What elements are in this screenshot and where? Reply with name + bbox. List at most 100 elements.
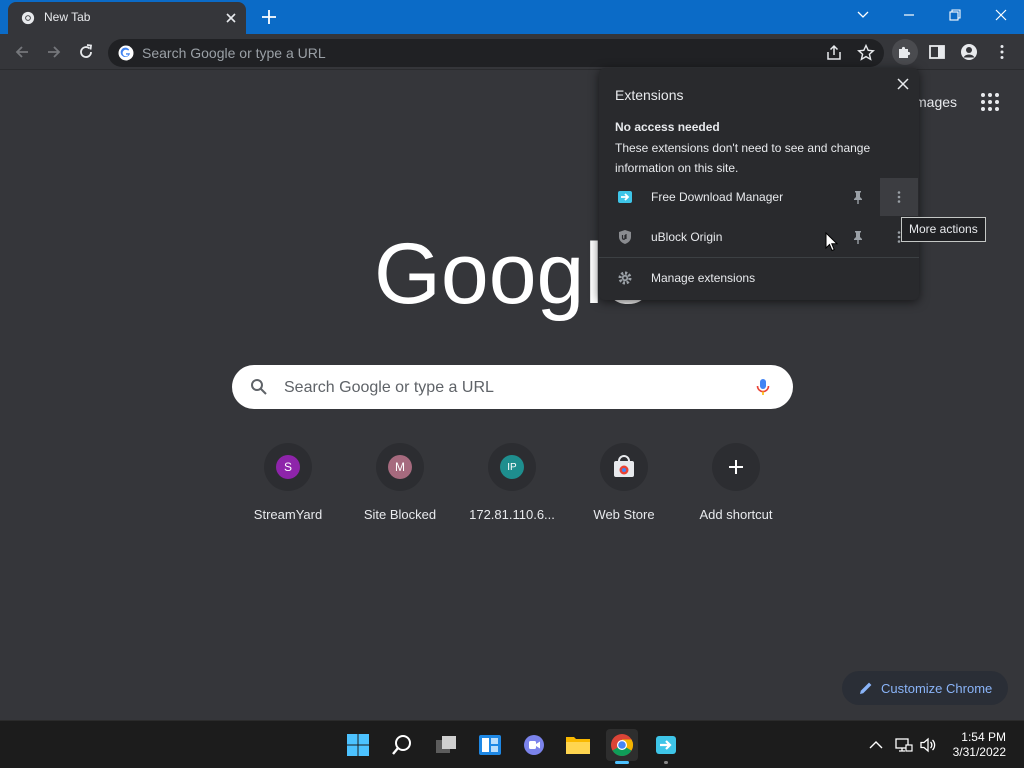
shortcut-site-blocked[interactable]: M Site Blocked <box>344 443 456 533</box>
google-apps-icon[interactable] <box>980 92 1000 112</box>
pin-icon[interactable] <box>850 229 866 245</box>
images-link[interactable]: mages <box>915 94 957 110</box>
chrome-taskbar-button[interactable] <box>606 729 638 764</box>
customize-chrome-button[interactable]: Customize Chrome <box>842 671 1008 705</box>
profile-button[interactable] <box>956 39 982 65</box>
network-icon[interactable] <box>894 735 914 755</box>
share-icon[interactable] <box>824 43 844 63</box>
browser-toolbar: Search Google or type a URL <box>0 34 1024 70</box>
manage-extensions-item[interactable]: Manage extensions <box>599 258 919 298</box>
shortcut-tile: IP <box>488 443 536 491</box>
shortcut-letter-icon: S <box>276 455 300 479</box>
free-download-manager-taskbar-button[interactable] <box>650 729 682 764</box>
forward-button[interactable] <box>41 39 67 65</box>
teams-chat-icon <box>524 735 544 755</box>
clock-time[interactable]: 1:54 PM <box>950 730 1006 744</box>
microphone-icon[interactable] <box>753 377 773 397</box>
no-access-heading: No access needed <box>615 120 720 134</box>
extensions-button[interactable] <box>892 39 918 65</box>
ntp-search-box[interactable]: Search Google or type a URL <box>232 365 793 409</box>
more-vert-icon <box>1000 45 1004 59</box>
running-app-indicator <box>664 761 668 764</box>
extension-item-ublock-origin[interactable]: uBlock Origin <box>599 218 919 256</box>
shortcut-label: Web Store <box>593 507 655 522</box>
shortcut-web-store[interactable]: Web Store <box>568 443 680 533</box>
mouse-cursor-icon <box>825 232 839 252</box>
active-app-indicator <box>615 761 629 764</box>
shortcut-label: Site Blocked <box>363 507 437 522</box>
chrome-icon <box>611 734 633 756</box>
shortcut-tile <box>712 443 760 491</box>
folder-icon <box>566 737 590 754</box>
web-store-icon <box>614 455 634 477</box>
shortcut-letter-icon: M <box>388 455 412 479</box>
arrow-left-icon <box>15 46 28 58</box>
puzzle-icon <box>899 46 911 58</box>
search-icon <box>251 379 267 395</box>
volume-icon[interactable] <box>918 735 938 755</box>
windows-taskbar <box>0 720 1024 768</box>
shortcut-label: 172.81.110.6... <box>469 507 555 522</box>
close-popup-icon[interactable] <box>895 76 911 92</box>
pencil-icon <box>860 682 872 694</box>
minimize-icon <box>904 14 914 16</box>
shortcut-label: StreamYard <box>253 507 323 522</box>
gear-icon <box>618 271 632 285</box>
file-explorer-button[interactable] <box>562 729 594 761</box>
extensions-popup: Extensions No access needed These extens… <box>599 68 919 300</box>
fdm-icon <box>656 736 676 754</box>
side-panel-icon <box>929 45 945 59</box>
shortcut-streamyard[interactable]: S StreamYard <box>232 443 344 533</box>
plus-icon <box>729 460 743 474</box>
widgets-icon <box>479 735 501 755</box>
tab-search-button[interactable] <box>840 0 886 30</box>
new-tab-button[interactable] <box>258 6 280 28</box>
ntp-search-placeholder: Search Google or type a URL <box>284 379 494 396</box>
back-button[interactable] <box>9 39 35 65</box>
more-actions-button[interactable] <box>880 178 918 216</box>
pin-icon[interactable] <box>850 189 866 205</box>
extension-item-free-download-manager[interactable]: Free Download Manager <box>599 178 919 216</box>
chevron-up-icon[interactable] <box>866 735 886 755</box>
browser-titlebar: New Tab <box>0 0 1024 34</box>
profile-icon <box>961 44 977 60</box>
bookmark-star-icon[interactable] <box>856 43 876 63</box>
side-panel-button[interactable] <box>924 39 950 65</box>
shortcut-ip-address[interactable]: IP 172.81.110.6... <box>456 443 568 533</box>
minimize-button[interactable] <box>886 0 932 30</box>
extensions-title: Extensions <box>615 87 684 103</box>
shortcut-tile <box>600 443 648 491</box>
customize-chrome-label: Customize Chrome <box>881 681 993 696</box>
close-window-button[interactable] <box>978 0 1024 30</box>
ublock-icon <box>619 230 631 244</box>
taskbar-search-button[interactable] <box>386 729 418 761</box>
chrome-menu-button[interactable] <box>989 39 1015 65</box>
reload-button[interactable] <box>73 39 99 65</box>
google-g-icon <box>118 45 134 61</box>
tab-new-tab[interactable]: New Tab <box>8 2 246 34</box>
manage-extensions-label: Manage extensions <box>651 271 756 285</box>
shortcut-tile: S <box>264 443 312 491</box>
shortcut-letter-icon: IP <box>500 455 524 479</box>
task-view-icon <box>436 736 456 753</box>
windows-logo-icon <box>347 734 369 756</box>
widgets-button[interactable] <box>474 729 506 761</box>
more-actions-tooltip: More actions <box>901 217 986 242</box>
arrow-right-icon <box>48 46 61 58</box>
task-view-button[interactable] <box>430 729 462 761</box>
tab-title: New Tab <box>44 10 91 24</box>
omnibox[interactable]: Search Google or type a URL <box>108 39 884 67</box>
clock-date[interactable]: 3/31/2022 <box>940 745 1006 759</box>
close-tab-icon[interactable] <box>222 9 240 27</box>
shortcut-add[interactable]: Add shortcut <box>680 443 792 533</box>
shortcut-label: Add shortcut <box>699 507 773 522</box>
teams-chat-button[interactable] <box>518 729 550 761</box>
shortcut-tile: M <box>376 443 424 491</box>
extension-name: Free Download Manager <box>651 190 784 204</box>
chevron-down-icon <box>857 11 869 18</box>
restore-button[interactable] <box>932 0 978 30</box>
no-access-description: These extensions don't need to see and c… <box>615 141 871 175</box>
omnibox-placeholder: Search Google or type a URL <box>142 45 326 61</box>
extension-name: uBlock Origin <box>651 230 723 244</box>
start-button[interactable] <box>342 729 374 761</box>
